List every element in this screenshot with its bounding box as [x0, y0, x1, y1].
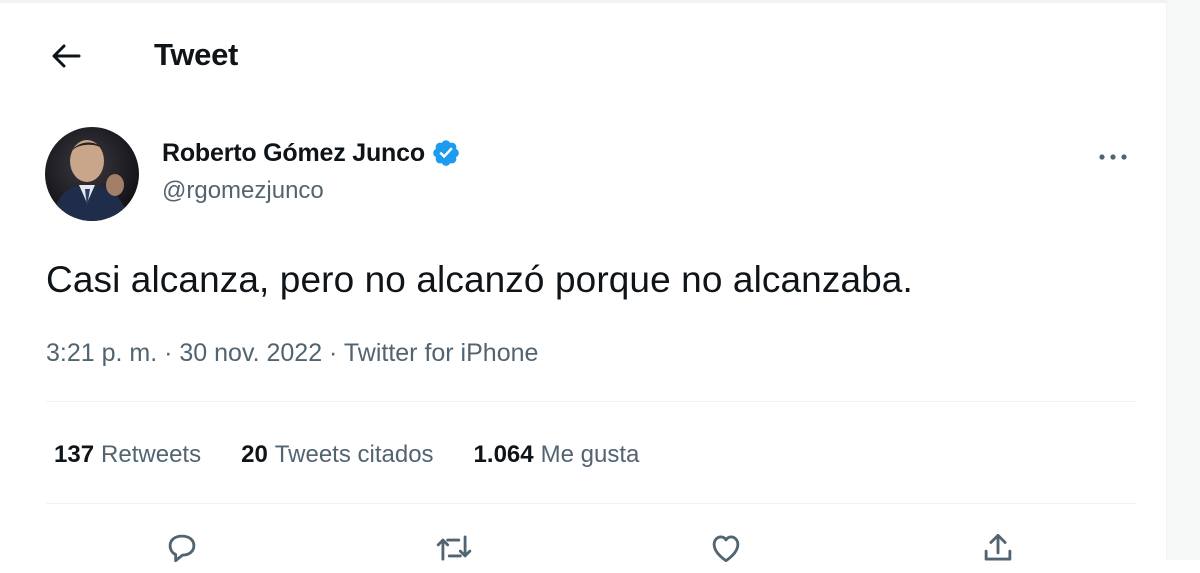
divider — [46, 401, 1136, 402]
retweets-stat[interactable]: 137 Retweets — [54, 441, 201, 469]
back-button[interactable] — [44, 36, 88, 76]
right-rail — [1166, 0, 1200, 560]
author-name: Roberto Gómez Junco — [162, 138, 425, 167]
likes-stat[interactable]: 1.064 Me gusta — [474, 441, 640, 469]
share-button[interactable] — [976, 529, 1020, 573]
meta-separator: · — [322, 339, 344, 367]
tweet-meta: 3:21 p. m. · 30 nov. 2022 · Twitter for … — [46, 339, 538, 368]
like-icon — [712, 535, 740, 563]
meta-separator: · — [157, 339, 180, 367]
avatar[interactable] — [45, 127, 139, 221]
retweet-button[interactable] — [432, 529, 476, 573]
tweet-source[interactable]: Twitter for iPhone — [344, 339, 539, 367]
reply-button[interactable] — [160, 529, 204, 573]
stat-count: 137 — [54, 441, 95, 468]
more-dots-icon — [1099, 154, 1127, 160]
like-button[interactable] — [704, 529, 748, 573]
more-options-button[interactable] — [1088, 137, 1138, 177]
arrow-left-icon — [52, 44, 81, 68]
stat-count: 1.064 — [473, 441, 534, 468]
avatar-photo — [45, 127, 139, 221]
page-header: Tweet — [0, 3, 1166, 103]
share-icon — [984, 533, 1012, 561]
stat-label: Retweets — [101, 441, 202, 468]
verified-badge-icon — [433, 140, 459, 166]
reply-icon — [168, 534, 196, 563]
author-handle[interactable]: @rgomezjunco — [162, 177, 324, 205]
tweet-stats: 137 Retweets 20 Tweets citados 1.064 Me … — [54, 441, 679, 469]
stat-count: 20 — [241, 441, 268, 468]
divider — [46, 503, 1136, 504]
retweet-icon — [436, 535, 472, 561]
page-title: Tweet — [154, 37, 239, 72]
tweet-detail-column: Tweet Roberto Gómez Junco @rgomezjunco C… — [0, 3, 1166, 563]
quote-tweets-stat[interactable]: 20 Tweets citados — [241, 441, 433, 469]
author-name-link[interactable]: Roberto Gómez Junco — [162, 138, 461, 168]
tweet-time[interactable]: 3:21 p. m. — [46, 339, 157, 367]
tweet-date[interactable]: 30 nov. 2022 — [179, 339, 322, 367]
tweet-text: Casi alcanza, pero no alcanzó porque no … — [46, 259, 913, 300]
stat-label: Me gusta — [540, 441, 640, 468]
stat-label: Tweets citados — [274, 441, 434, 468]
